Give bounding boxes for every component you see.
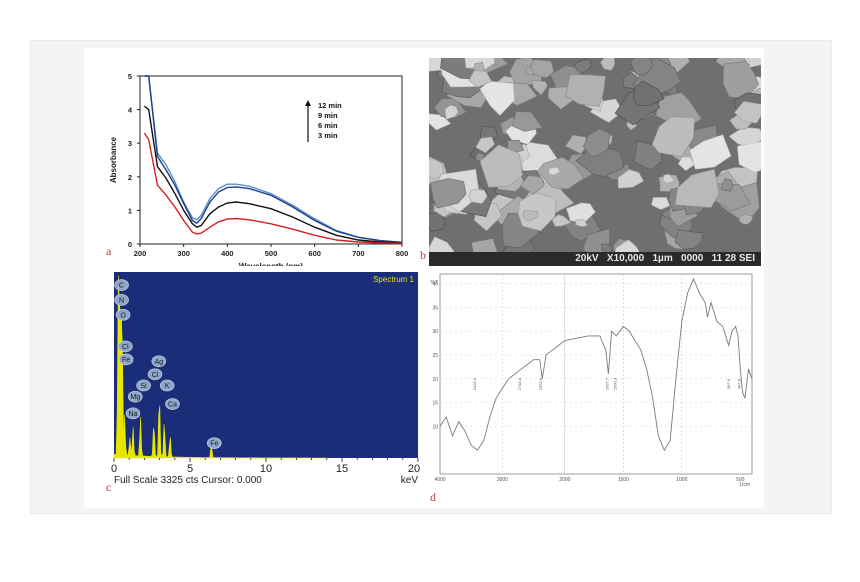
y-tick-label: 5	[128, 72, 132, 81]
x-axis-label: Wavelength (nm)	[239, 262, 303, 266]
ftir-y-tick-label: 30	[432, 329, 438, 335]
ftir-peak-label: 1560.3	[612, 377, 617, 390]
eds-peak-label: Cl	[122, 344, 129, 351]
eds-peak-label: Ca	[168, 402, 177, 409]
x-tick-label: 500	[265, 249, 278, 258]
eds-peak-label: K	[165, 383, 170, 390]
eds-peak-label: C	[119, 283, 124, 290]
ftir-peak-label: 587.6	[726, 378, 731, 389]
eds-peak-label: Fe	[122, 357, 130, 364]
eds-peak-label: Cl	[152, 372, 159, 379]
ftir-x-axis-label: 1/cm	[739, 482, 750, 488]
ftir-panel: 10 15 20 25 30 35 40 4000 3000 2000 1500 1000 500 %T 1…	[426, 268, 762, 494]
panel-label-b: b	[420, 248, 426, 262]
eds-x-tick-label: 15	[336, 463, 348, 475]
legend-entry: 12 min	[318, 101, 342, 110]
sem-micrograph	[429, 58, 761, 266]
eds-x-tick-label: 10	[260, 463, 272, 475]
eds-title: Spectrum 1	[373, 275, 414, 284]
x-tick-label: 800	[396, 249, 409, 258]
ftir-x-tick-label: 4000	[434, 477, 445, 483]
legend-entry: 9 min	[318, 111, 338, 120]
eds-peak-label: Fe	[210, 441, 218, 448]
ftir-x-tick-label: 2000	[559, 477, 570, 483]
eds-x-tick-label: 20	[408, 463, 420, 475]
ftir-chart: 101520253035404000 3000 2000 1500 1000 500%T1…	[431, 273, 753, 488]
eds-x-tick-label: 5	[187, 463, 193, 475]
y-axis-label: Absorbance	[109, 136, 118, 183]
ftir-y-tick-label: 10	[432, 424, 438, 430]
ftir-x-tick-label: 1000	[676, 477, 687, 483]
ftir-peak-label: 497.8	[737, 378, 742, 389]
uv-vis-panel: 200 300 400 500 600 700 800 0 1 2 3 4 5 Wavelength (n…	[104, 56, 424, 266]
series-line-9-min	[144, 75, 403, 243]
ftir-y-axis-label: %T	[431, 280, 439, 286]
eds-peak-label: Ag	[155, 359, 164, 366]
eds-x-tick-label: 0	[111, 463, 117, 475]
ftir-peak-label: 2744.0	[517, 377, 522, 390]
eds-peak-label: Si	[140, 383, 147, 390]
y-tick-label: 2	[128, 173, 132, 182]
x-tick-label: 700	[352, 249, 365, 258]
ftir-x-tick-label: 1500	[618, 477, 629, 483]
sem-panel: 20kV X10,000 1µm 0000 11 28 SEI	[429, 58, 761, 266]
ftir-y-tick-label: 15	[432, 401, 438, 407]
eds-peak-label: Mg	[130, 394, 140, 401]
ftir-y-tick-label: 25	[432, 353, 438, 359]
ftir-peak-label: 3424.3	[472, 377, 477, 390]
eds-panel: Spectrum 1 C N O Cl Fe Ag Cl Mg Si K Na Ca Fe 0 5 10 15 20…	[110, 268, 422, 488]
legend-entry: 6 min	[318, 121, 338, 130]
plot-frame	[139, 75, 403, 245]
panel-label-d: d	[430, 490, 436, 504]
panel-label-c: c	[106, 480, 112, 494]
ftir-peak-label: 1627.7	[604, 377, 609, 390]
eds-peak-label: Na	[128, 411, 137, 418]
ftir-y-tick-label: 35	[432, 305, 438, 311]
ftir-peak-label: 2362.9	[538, 377, 543, 390]
x-tick-label: 400	[221, 249, 234, 258]
y-tick-label: 0	[128, 240, 132, 249]
eds-peak-label: O	[120, 312, 126, 319]
series-line-12-min	[144, 75, 403, 243]
legend-entry: 3 min	[318, 131, 338, 140]
eds-footer-left: Full Scale 3325 cts Cursor: 0.000	[114, 475, 262, 486]
eds-chart: Spectrum 1 C NO Cl Fe Ag Cl MgSi K Na Ca Fe 0 5 10 15 20…	[111, 272, 420, 486]
eds-footer-right: keV	[401, 475, 419, 486]
x-tick-label: 200	[134, 249, 147, 258]
panel-label-a: a	[106, 244, 112, 258]
y-tick-label: 3	[128, 139, 132, 148]
uv-vis-chart: 200 300 400 500 600 700 800 0 1 2 3 4 5 Wavelength (n…	[109, 72, 409, 266]
figure: 200300400500600700800012345Wavelength (n…	[84, 48, 764, 508]
y-tick-label: 4	[128, 106, 133, 115]
eds-peak-label: N	[119, 298, 124, 305]
sem-info-bar: 20kV X10,000 1µm 0000 11 28 SEI	[429, 252, 761, 266]
y-tick-label: 1	[128, 206, 132, 215]
series-line-3-min	[143, 132, 403, 244]
series-line-6-min	[143, 105, 403, 244]
x-tick-label: 300	[177, 249, 190, 258]
x-tick-label: 600	[308, 249, 321, 258]
legend-arrow-head	[305, 100, 311, 106]
ftir-y-tick-label: 20	[432, 377, 438, 383]
ftir-x-tick-label: 3000	[497, 477, 508, 483]
